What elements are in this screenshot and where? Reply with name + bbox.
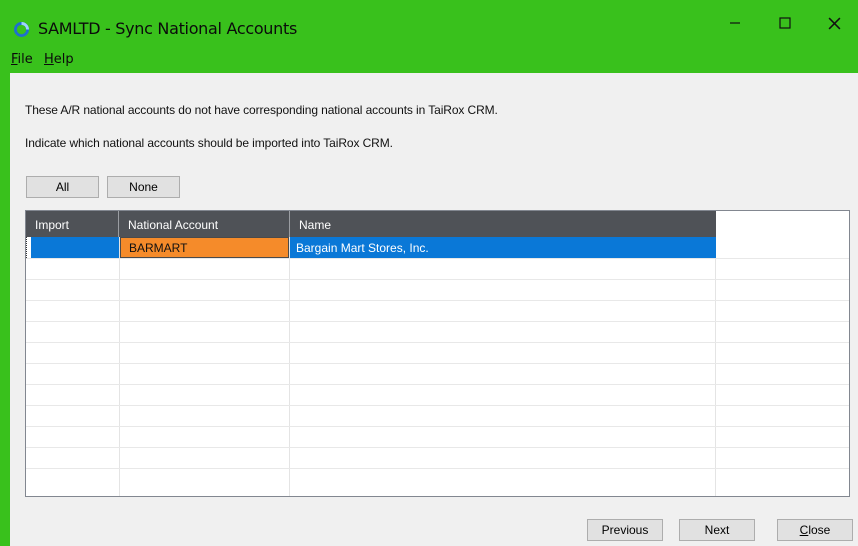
grid-row-line	[26, 426, 849, 427]
select-all-button[interactable]: All	[26, 176, 99, 198]
next-button[interactable]: Next	[679, 519, 755, 541]
grid-row-line	[26, 300, 849, 301]
grid-header: Import National Account Name	[26, 211, 716, 237]
close-window-button[interactable]	[814, 10, 854, 36]
close-button[interactable]: Close	[777, 519, 853, 541]
grid-divider	[715, 237, 716, 496]
grid-row-line	[26, 447, 849, 448]
national-accounts-grid[interactable]: Import National Account Name BARMART Bar…	[25, 210, 850, 497]
name-cell[interactable]: Bargain Mart Stores, Inc.	[290, 237, 716, 258]
app-sync-icon	[14, 22, 29, 37]
close-icon	[828, 17, 840, 29]
column-header-national-account[interactable]: National Account	[119, 211, 290, 237]
minimize-button[interactable]	[715, 10, 755, 36]
instruction-line-2: Indicate which national accounts should …	[25, 136, 393, 150]
import-cell[interactable]	[31, 237, 119, 258]
title-bar[interactable]: SAMLTD - Sync National Accounts	[0, 0, 858, 46]
grid-divider	[289, 237, 290, 496]
close-button-label: lose	[808, 523, 831, 537]
grid-row-line	[26, 279, 849, 280]
window-title: SAMLTD - Sync National Accounts	[38, 19, 297, 38]
column-header-name[interactable]: Name	[290, 211, 716, 237]
column-header-import[interactable]: Import	[26, 211, 119, 237]
instruction-line-1: These A/R national accounts do not have …	[25, 103, 498, 117]
client-area: These A/R national accounts do not have …	[10, 73, 858, 546]
maximize-button[interactable]	[765, 10, 805, 36]
grid-row-line	[26, 405, 849, 406]
grid-divider	[119, 237, 120, 496]
app-window: SAMLTD - Sync National Accounts File Hel…	[0, 0, 858, 546]
menu-file[interactable]: File	[11, 52, 33, 67]
previous-button[interactable]: Previous	[587, 519, 663, 541]
menu-file-label: ile	[17, 52, 33, 67]
national-account-cell[interactable]: BARMART	[120, 237, 289, 258]
maximize-icon	[779, 17, 791, 29]
menu-help[interactable]: Help	[44, 52, 74, 67]
minimize-icon	[730, 22, 740, 24]
grid-row-line	[26, 384, 849, 385]
grid-row-line	[26, 258, 849, 259]
close-button-accel: C	[799, 523, 809, 537]
grid-row-line	[26, 363, 849, 364]
menu-bar: File Help	[0, 46, 858, 73]
grid-row-line	[26, 468, 849, 469]
grid-row-line	[26, 342, 849, 343]
menu-help-label: elp	[53, 52, 74, 67]
select-none-button[interactable]: None	[107, 176, 180, 198]
menu-help-accel: H	[44, 52, 54, 67]
table-row[interactable]: BARMART Bargain Mart Stores, Inc.	[26, 237, 716, 258]
grid-row-line	[26, 321, 849, 322]
